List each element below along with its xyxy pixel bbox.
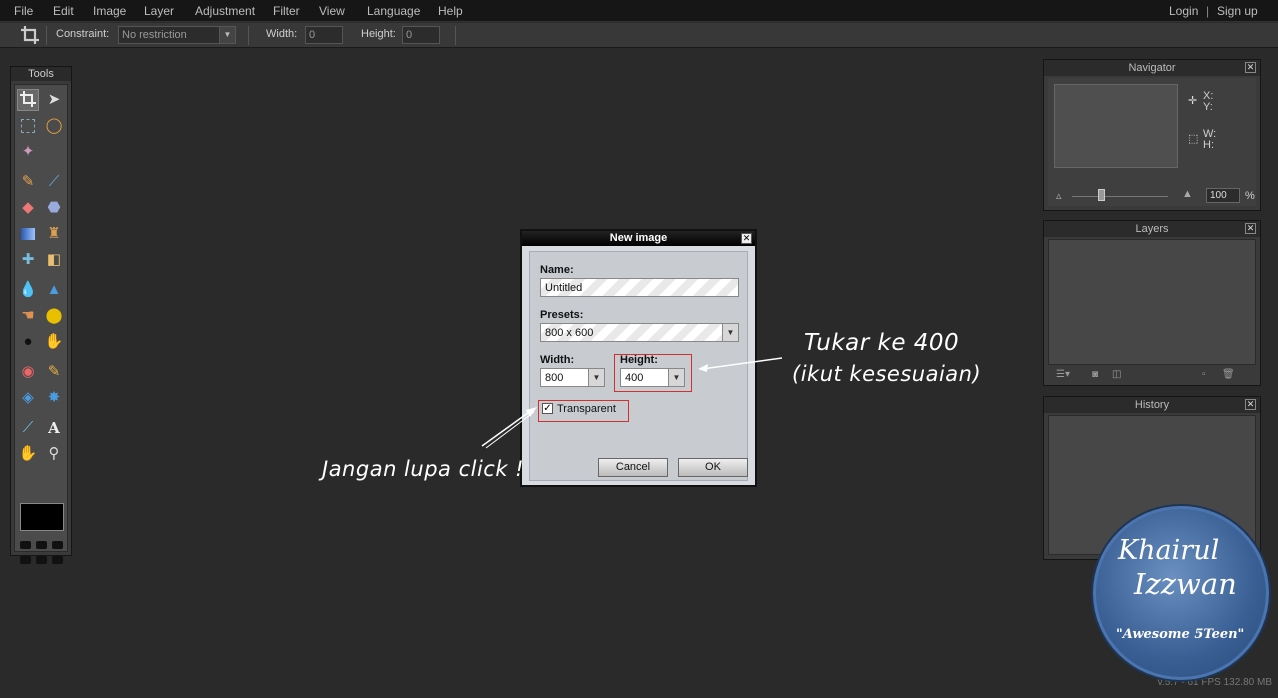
- annotation-ikut: (ikut kesesuaian): [792, 362, 982, 386]
- watermark-line2: Izzwan: [1134, 567, 1237, 601]
- annotation-jangan: Jangan lupa click !: [322, 457, 525, 481]
- arrow-to-transparent: [481, 407, 537, 449]
- watermark-line3: "Awesome 5Teen": [1116, 627, 1245, 642]
- arrow-to-height: [698, 357, 783, 372]
- annotation-arrows: [481, 357, 783, 449]
- annotation-tukar: Tukar ke 400: [804, 330, 960, 356]
- watermark-line1: Khairul: [1118, 535, 1220, 566]
- watermark-logo: Khairul Izzwan "Awesome 5Teen": [1093, 506, 1269, 680]
